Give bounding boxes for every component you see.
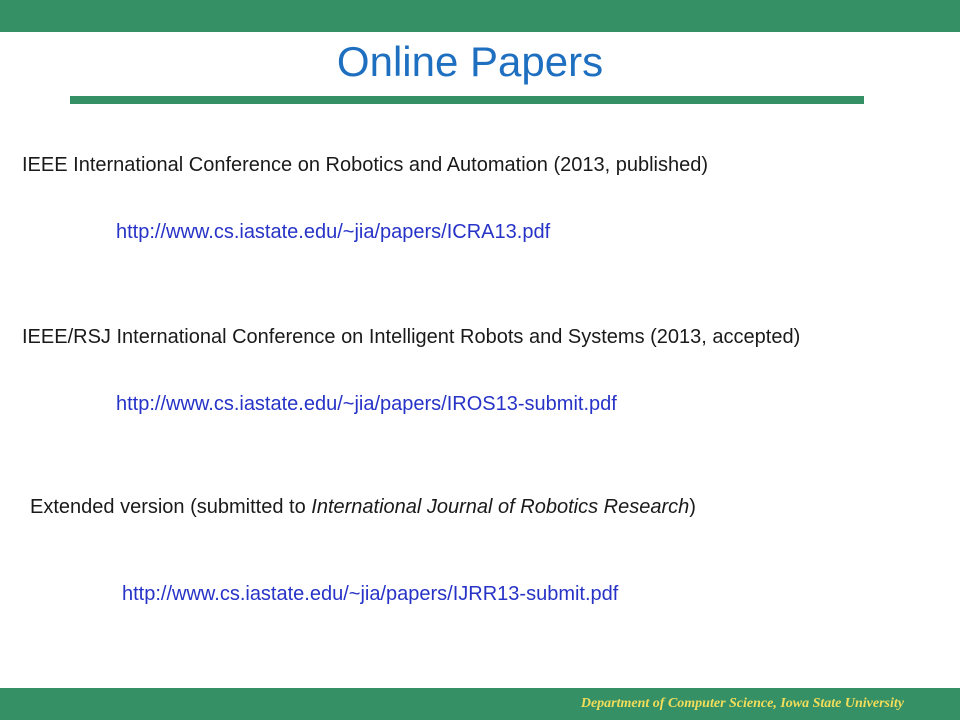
paper-heading-ijrr: Extended version (submitted to Internati…: [30, 495, 696, 519]
paper-heading-ijrr-suffix: ): [689, 496, 696, 518]
title-underline: [70, 96, 864, 104]
paper-heading-iros: IEEE/RSJ International Conference on Int…: [22, 326, 801, 348]
paper-link-iros[interactable]: http://www.cs.iastate.edu/~jia/papers/IR…: [116, 392, 617, 416]
paper-heading-ijrr-prefix: Extended version (submitted to: [30, 496, 312, 518]
paper-heading-icra: IEEE International Conference on Robotic…: [22, 154, 708, 176]
footer-department: Department of Computer Science, Iowa Sta…: [580, 696, 904, 711]
paper-link-icra[interactable]: http://www.cs.iastate.edu/~jia/papers/IC…: [116, 220, 550, 244]
slide-title: Online Papers: [336, 38, 604, 85]
paper-heading-ijrr-journal: International Journal of Robotics Resear…: [311, 496, 690, 518]
footer-band: Department of Computer Science, Iowa Sta…: [0, 688, 960, 720]
header-band: [0, 0, 960, 32]
paper-link-ijrr[interactable]: http://www.cs.iastate.edu/~jia/papers/IJ…: [122, 582, 618, 606]
